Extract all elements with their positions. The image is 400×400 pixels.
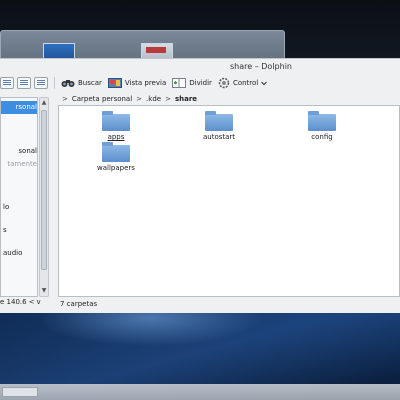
columns-view-button[interactable] <box>34 77 48 89</box>
preview-button-label: Vista previa <box>124 79 167 87</box>
places-item-label: tamente <box>7 160 37 168</box>
breadcrumb: > Carpeta personal > .kde > share <box>58 92 400 105</box>
icons-view-button[interactable] <box>0 77 14 89</box>
scroll-down-icon[interactable]: ▼ <box>40 287 48 295</box>
dolphin-window: share – Dolphin Buscar Vista previa Divi… <box>0 58 400 313</box>
breadcrumb-kde[interactable]: .kde <box>146 95 161 103</box>
chevron-down-icon[interactable]: v <box>36 298 40 306</box>
details-view-button[interactable] <box>17 77 31 89</box>
preview-button[interactable]: Vista previa <box>105 75 169 91</box>
folder-icon <box>205 111 233 131</box>
breadcrumb-separator: > <box>136 94 143 103</box>
panel-task-button[interactable] <box>2 387 38 397</box>
folder-icon <box>308 111 336 131</box>
toolbar: Buscar Vista previa Dividir Control <box>0 74 400 92</box>
preview-icon <box>107 78 122 88</box>
places-panel: rsonal sonal tamente lo s audio <box>0 97 38 297</box>
split-icon <box>172 78 187 88</box>
places-item-label: sonal <box>18 147 37 155</box>
places-item-label: audio <box>3 249 23 257</box>
toolbar-separator <box>54 77 55 89</box>
folder-icon <box>102 111 130 131</box>
places-item-label: rsonal <box>15 103 37 111</box>
folder-item[interactable]: autostart <box>189 111 249 141</box>
places-item-label: s <box>3 226 7 234</box>
control-button-label: Control <box>232 79 259 87</box>
folder-item[interactable]: config <box>292 111 352 141</box>
control-button[interactable]: Control <box>215 75 270 91</box>
places-item-recent[interactable]: tamente <box>1 158 37 171</box>
split-button-label: Dividir <box>189 79 212 87</box>
scrollbar-thumb[interactable] <box>41 110 47 270</box>
folder-label: apps <box>107 133 125 141</box>
free-space-text: e 140.6 <box>0 298 27 306</box>
search-button[interactable]: Buscar <box>58 75 105 91</box>
search-button-label: Buscar <box>78 79 102 87</box>
places-item-documents[interactable]: lo <box>1 201 37 214</box>
folder-icon <box>102 142 130 162</box>
places-item-label: lo <box>3 203 10 211</box>
breadcrumb-current[interactable]: share <box>175 95 197 103</box>
folder-label: wallpapers <box>97 164 135 172</box>
scroll-up-icon[interactable]: ▲ <box>40 99 48 107</box>
split-button[interactable]: Dividir <box>169 75 215 91</box>
folder-label: config <box>311 133 333 141</box>
places-item-images[interactable]: s <box>1 224 37 237</box>
folder-item[interactable]: apps <box>86 111 146 141</box>
places-scrollbar[interactable]: ▲ ▼ <box>39 97 49 297</box>
status-bar: 7 carpetas <box>60 300 98 308</box>
folder-item[interactable]: wallpapers <box>86 142 146 172</box>
breadcrumb-separator: > <box>165 94 171 103</box>
gear-icon <box>218 77 230 89</box>
places-item-personal[interactable]: sonal <box>1 145 37 158</box>
places-item-home[interactable]: rsonal <box>1 101 37 114</box>
breadcrumb-home[interactable]: Carpeta personal <box>72 95 132 103</box>
chevron-down-icon <box>261 81 268 86</box>
bottom-panel <box>0 384 400 400</box>
chevron-left-icon[interactable]: < <box>29 298 35 306</box>
window-title: share – Dolphin <box>230 62 292 71</box>
free-space-info: e 140.6 < v <box>0 297 58 307</box>
file-view[interactable]: apps autostart config wallpapers <box>58 105 400 297</box>
binoculars-icon <box>61 80 75 87</box>
breadcrumb-separator: > <box>62 94 68 103</box>
places-item-audio[interactable]: audio <box>1 247 37 260</box>
folder-label: autostart <box>202 133 236 141</box>
